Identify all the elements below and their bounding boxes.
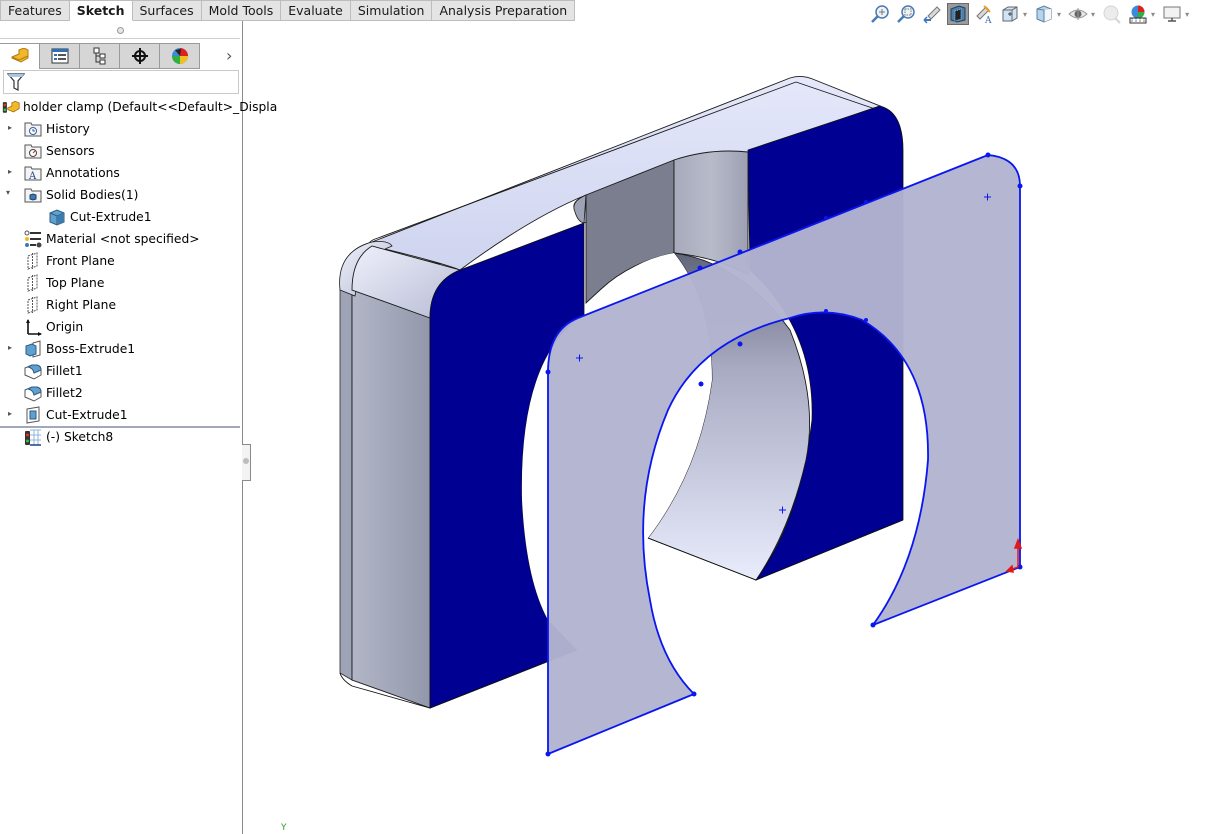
tab-sketch[interactable]: Sketch xyxy=(69,0,133,21)
tab-surfaces[interactable]: Surfaces xyxy=(132,0,202,21)
tree-item-top-plane[interactable]: Top Plane xyxy=(24,272,104,294)
tree-item-origin[interactable]: Origin xyxy=(24,316,83,338)
panel-divider xyxy=(0,38,240,39)
expand-arrow-icon[interactable]: ▸ xyxy=(8,344,16,352)
tree-root-label: holder clamp (Default<<Default>_Displa xyxy=(23,100,278,114)
tree-item-label: Front Plane xyxy=(46,254,115,268)
sensors-folder-icon xyxy=(24,142,42,160)
sketch-point[interactable] xyxy=(1017,183,1023,189)
solid-bodies-folder-icon xyxy=(24,186,42,204)
tree-item-label: Fillet2 xyxy=(46,386,83,400)
featuremanager-icon xyxy=(11,47,28,63)
tree-item-cut-extrude1[interactable]: ▸ Cut-Extrude1 xyxy=(8,404,128,426)
tree-item-label: Boss-Extrude1 xyxy=(46,342,136,356)
tree-item-fillet2[interactable]: Fillet2 xyxy=(24,382,83,404)
tree-item-fillet1[interactable]: Fillet1 xyxy=(24,360,83,382)
model-scene[interactable] xyxy=(244,0,1229,834)
sketch-point[interactable] xyxy=(864,318,868,322)
svg-text:A: A xyxy=(28,171,37,181)
sketch-point[interactable] xyxy=(737,249,743,255)
panel-tabs xyxy=(0,43,200,69)
sketch-point[interactable] xyxy=(824,309,828,313)
expand-arrow-icon[interactable]: ▸ xyxy=(8,124,16,132)
sketch-point[interactable] xyxy=(870,622,876,628)
tree-item-label: Cut-Extrude1 xyxy=(70,210,152,224)
tree-item-right-plane[interactable]: Right Plane xyxy=(24,294,116,316)
sketch-point[interactable] xyxy=(545,369,551,375)
tree-item-label: Sensors xyxy=(46,144,95,158)
tree-item-label: (-) Sketch8 xyxy=(46,430,114,444)
plane-icon xyxy=(24,252,42,270)
displaymanager-icon xyxy=(171,48,188,64)
panel-tab-configurationmanager[interactable] xyxy=(80,43,120,69)
tree-item-label: Material <not specified> xyxy=(46,232,200,246)
collapse-arrow-icon[interactable]: ▾ xyxy=(6,189,14,197)
tree-item-label: Annotations xyxy=(46,166,120,180)
panel-grip-handle[interactable] xyxy=(117,27,124,34)
tab-features[interactable]: Features xyxy=(0,0,70,21)
panel-tab-propertymanager[interactable] xyxy=(40,43,80,69)
tree-filter-input[interactable] xyxy=(3,70,239,94)
graphics-area[interactable]: A ▾ ▾ ▾ ▾ ▾ Y xyxy=(244,0,1229,834)
sketch-point[interactable] xyxy=(737,341,743,347)
tree-item-material[interactable]: Material <not specified> xyxy=(24,228,200,250)
tree-item-history[interactable]: ▸ History xyxy=(8,118,90,140)
annotations-folder-icon: A xyxy=(24,164,42,182)
plane-icon xyxy=(24,274,42,292)
filter-icon xyxy=(7,73,25,91)
origin-icon xyxy=(24,318,42,336)
fillet-icon xyxy=(24,384,42,402)
panel-tabs-more-button[interactable]: › xyxy=(226,46,232,65)
tree-item-label: Origin xyxy=(46,320,84,334)
tree-item-label: Top Plane xyxy=(46,276,105,290)
history-folder-icon xyxy=(24,120,42,138)
cut-extrude-icon xyxy=(24,406,42,424)
sketch-point[interactable] xyxy=(864,200,868,204)
tree-item-label: Fillet1 xyxy=(46,364,83,378)
sketch-icon xyxy=(24,428,42,446)
material-icon xyxy=(24,230,42,248)
expand-arrow-icon[interactable]: ▸ xyxy=(8,168,16,176)
tree-item-annotations[interactable]: ▸ A Annotations xyxy=(8,162,120,184)
part-rebuild-icon xyxy=(2,98,20,116)
expand-arrow-icon[interactable]: ▸ xyxy=(8,410,16,418)
sketch-point[interactable] xyxy=(698,381,704,387)
boss-extrude-icon xyxy=(24,340,42,358)
configurationmanager-icon xyxy=(93,47,105,65)
tree-root-part[interactable]: holder clamp (Default<<Default>_Displa xyxy=(2,96,277,118)
sketch-point[interactable] xyxy=(691,691,697,697)
sketch-point[interactable] xyxy=(985,152,991,158)
panel-tab-displaymanager[interactable] xyxy=(160,43,200,69)
fillet-icon xyxy=(24,362,42,380)
tree-item-boss-extrude1[interactable]: ▸ Boss-Extrude1 xyxy=(8,338,135,360)
tree-item-body-cut-extrude1[interactable]: Cut-Extrude1 xyxy=(48,206,152,228)
tree-item-label: Right Plane xyxy=(46,298,117,312)
tree-item-label: History xyxy=(46,122,90,136)
tree-item-sketch8[interactable]: (-) Sketch8 xyxy=(24,426,113,448)
featuremanager-panel: › holder clamp (Default<<Default>_Displa… xyxy=(0,21,277,834)
sketch-point[interactable] xyxy=(697,265,703,271)
tree-item-label: Cut-Extrude1 xyxy=(46,408,128,422)
panel-tab-featuremanager[interactable] xyxy=(0,43,40,69)
tree-item-front-plane[interactable]: Front Plane xyxy=(24,250,115,272)
sketch-point[interactable] xyxy=(545,751,551,757)
panel-tab-dimxpertmanager[interactable] xyxy=(120,43,160,69)
triad-y-label: Y xyxy=(281,823,287,833)
solid-body-icon xyxy=(48,208,66,226)
tree-item-solid-bodies[interactable]: ▾ Solid Bodies(1) xyxy=(6,184,139,206)
sketch-point[interactable] xyxy=(824,216,828,220)
dimxpertmanager-icon xyxy=(131,48,148,64)
tree-item-sensors[interactable]: Sensors xyxy=(24,140,95,162)
tree-item-label: Solid Bodies(1) xyxy=(46,188,139,202)
propertymanager-icon xyxy=(51,48,68,64)
plane-icon xyxy=(24,296,42,314)
